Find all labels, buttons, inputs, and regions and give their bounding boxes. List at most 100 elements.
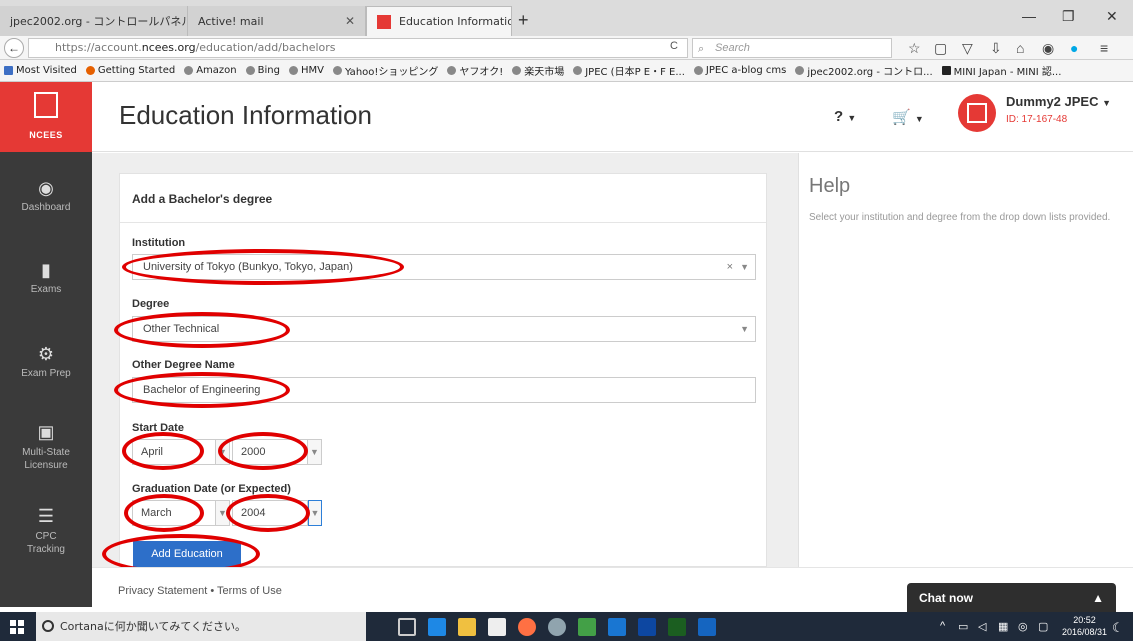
bookmark-item[interactable]: 楽天市場 [512,63,564,78]
bookmark-item[interactable]: Most Visited [4,65,77,76]
reload-icon[interactable]: C [670,40,678,52]
user-id: ID: 17-167-48 [1006,114,1068,125]
network-icon[interactable]: ◎ [1018,620,1028,633]
clear-icon[interactable]: × [727,255,733,279]
privacy-link[interactable]: Privacy Statement [118,585,207,597]
avatar[interactable] [958,94,996,132]
bookmark-item[interactable]: ヤフオク! [447,63,503,78]
bookmark-label: Yahoo!ショッピング [344,67,439,78]
action-center-icon[interactable]: ☾ [1112,620,1124,636]
skype-icon[interactable]: ● [1070,40,1078,56]
search-input[interactable]: ⌕ Search [692,38,892,58]
volume-icon[interactable]: ◁ [978,620,986,633]
new-tab-plus-icon[interactable]: + [518,11,529,29]
ncees-logo[interactable]: NCEES [0,82,92,152]
add-education-button[interactable]: Add Education [133,541,241,567]
institution-select[interactable]: University of Tokyo (Bunkyo, Tokyo, Japa… [132,254,756,280]
start-month-select[interactable]: April [132,439,216,465]
url-bar[interactable]: https://account.ncees.org/education/add/… [28,38,688,58]
window-close-icon[interactable]: ✕ [1106,8,1118,25]
word-icon[interactable] [698,618,716,636]
app-icon[interactable] [578,618,596,636]
help-label: ? [834,108,844,125]
chrome-icon[interactable] [548,618,566,636]
pocket-icon[interactable]: ▽ [962,40,973,56]
other-degree-input[interactable]: Bachelor of Engineering [132,377,756,403]
ime-icon[interactable]: ▦ [998,620,1008,633]
home-icon[interactable]: ⌂ [1016,40,1024,56]
tray-clock[interactable]: 20:52 2016/08/31 [1062,614,1107,638]
tab-title: jpec2002.org - コントロールパネル [10,15,188,28]
cart-menu-button[interactable]: 🛒 ▼ [892,108,924,126]
cortana-search-input[interactable]: Cortanaに何か聞いてみてください。 [36,612,366,641]
search-icon: ⌕ [698,43,705,55]
globe-icon [795,66,805,75]
restore-icon[interactable]: ❐ [1062,8,1075,25]
outlook-icon[interactable] [638,618,656,636]
menu-hamburger-icon[interactable]: ≡ [1100,40,1108,56]
globe-icon [512,66,522,75]
sidebar-item-label: Dashboard [21,202,71,213]
sidebar-item-label: Exam Prep [21,368,71,379]
bookmark-item[interactable]: MINI Japan - MINI 認... [941,63,1061,78]
chevron-down-icon[interactable]: ▼ [308,500,322,526]
minimize-icon[interactable]: — [1022,8,1036,24]
graduation-year-select[interactable]: 2004 [232,500,308,526]
chevron-down-icon[interactable]: ▼ [308,439,322,465]
sidebar-item-multi-state-licensure[interactable]: ▣ Multi-State Licensure [0,422,92,472]
globe-icon [693,66,703,75]
chevron-down-icon: ▼ [847,113,857,123]
internet-explorer-icon[interactable] [608,618,626,636]
sidebar-item-dashboard[interactable]: ◉ Dashboard [0,178,92,213]
task-view-icon[interactable] [398,618,416,636]
file-explorer-icon[interactable] [458,618,476,636]
help-menu-button[interactable]: ? ▼ [834,108,856,125]
start-year-select[interactable]: 2000 [232,439,308,465]
tray-chevron-up-icon[interactable]: ^ [940,620,945,632]
globe-icon [245,66,255,75]
url-host: ncees.org [141,41,196,54]
bookmark-item[interactable]: JPEC a-blog cms [693,65,786,76]
sidebar-item-exam-prep[interactable]: ⚙ Exam Prep [0,344,92,379]
excel-icon[interactable] [668,618,686,636]
user-menu-button[interactable]: Dummy2 JPEC ▼ [1006,94,1111,109]
battery-icon[interactable]: ▭ [958,620,968,633]
download-icon[interactable]: ⇩ [990,40,1002,56]
windows-start-icon[interactable] [10,620,24,634]
tab-education-information[interactable]: Education Information - M... ✕ [366,6,512,36]
degree-label: Degree [132,298,170,310]
back-arrow-icon[interactable]: ← [4,38,24,58]
tab-active-mail[interactable]: Active! mail ✕ [188,6,366,36]
chat-bubble-icon[interactable]: ◉ [1042,40,1054,56]
bookmark-item[interactable]: HMV [288,65,324,76]
sidebar-item-cpc-tracking[interactable]: ☰ CPC Tracking [0,506,92,556]
bookmark-item[interactable]: Amazon [184,65,237,76]
chevron-down-icon[interactable]: ▼ [216,500,230,526]
notification-icon[interactable]: ▢ [1038,620,1048,633]
close-icon[interactable]: ✕ [345,14,355,28]
bookmark-item[interactable]: JPEC (日本P E・F E... [573,63,685,78]
bookmark-item[interactable]: Yahoo!ショッピング [332,63,439,78]
store-icon[interactable] [488,618,506,636]
chevron-down-icon[interactable]: ▼ [216,439,230,465]
help-title: Help [809,175,851,197]
degree-select[interactable]: Other Technical ▼ [132,316,756,342]
book-icon: ▮ [41,260,51,280]
bookmark-item[interactable]: Bing [245,65,280,76]
graduation-month-select[interactable]: March [132,500,216,526]
edge-icon[interactable] [428,618,446,636]
tab-jpec-control-panel[interactable]: jpec2002.org - コントロールパネル ✕ [0,6,188,36]
logo-text: NCEES [29,130,63,140]
bookmarks-list-icon[interactable]: ▢ [934,40,947,56]
bookmark-star-icon[interactable]: ☆ [908,40,921,56]
footer-links: Privacy Statement • Terms of Use [118,585,282,597]
globe-icon [573,66,583,75]
chat-now-button[interactable]: Chat now ▲ [907,583,1116,613]
firefox-icon[interactable] [518,618,536,636]
chevron-up-icon: ▲ [1092,591,1104,605]
sidebar-item-exams[interactable]: ▮ Exams [0,260,92,295]
bookmark-item[interactable]: Getting Started [85,65,175,76]
terms-link[interactable]: Terms of Use [217,585,282,597]
chevron-down-icon: ▼ [914,114,924,124]
bookmark-item[interactable]: jpec2002.org - コントロ... [795,63,933,78]
